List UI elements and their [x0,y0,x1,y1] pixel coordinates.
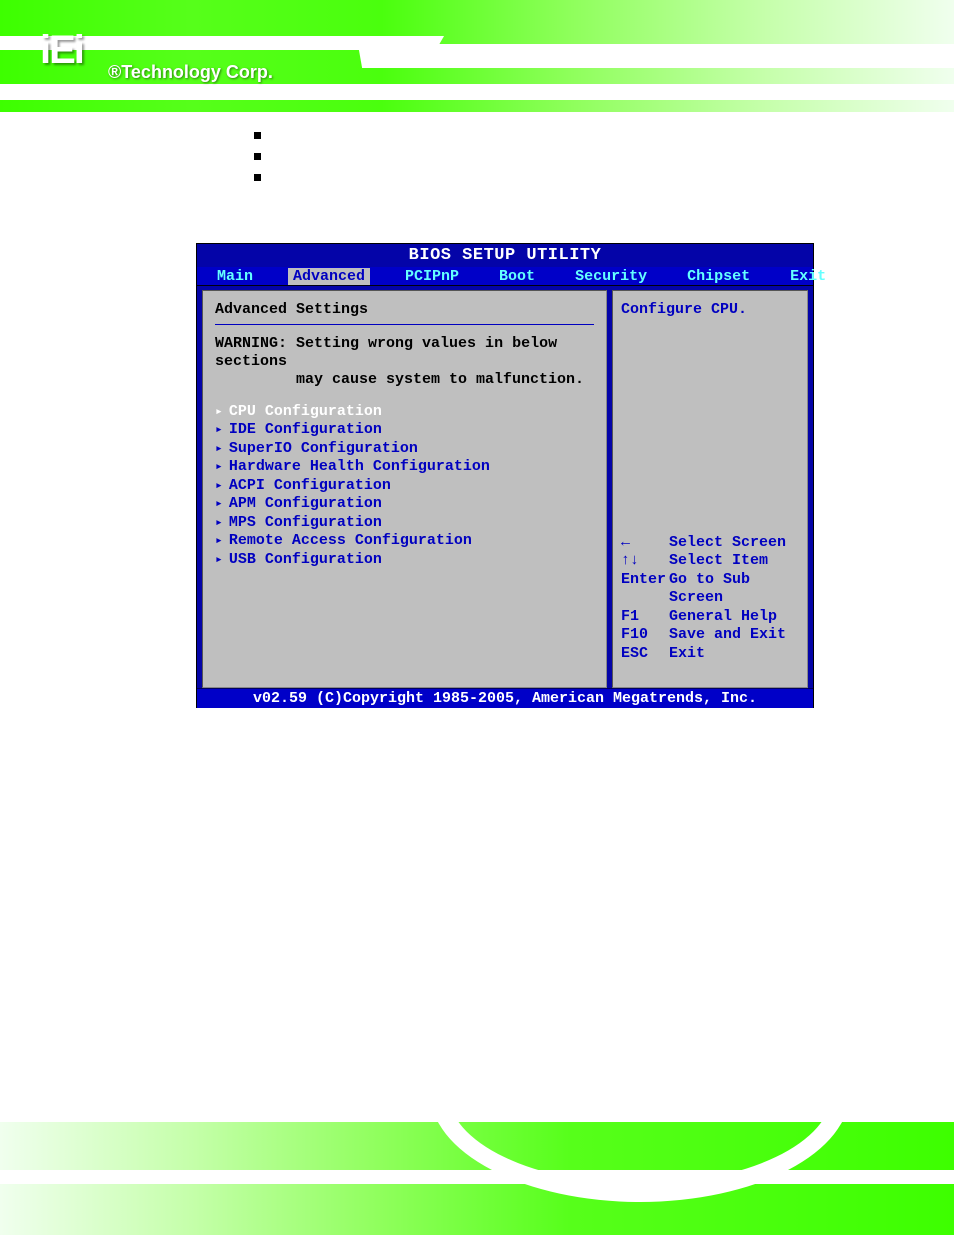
bios-left-panel: Advanced Settings WARNING: Setting wrong… [202,290,607,688]
bullet-icon [254,174,261,181]
key-label: ESC [621,645,669,664]
tab-main[interactable]: Main [197,268,273,285]
bios-footer: v02.59 (C)Copyright 1985-2005, American … [197,688,813,708]
menu-ide-configuration[interactable]: IDE Configuration [215,421,594,440]
menu-superio-configuration[interactable]: SuperIO Configuration [215,440,594,459]
key-label: ↑↓ [621,552,669,571]
tab-exit[interactable]: Exit [770,268,846,285]
tab-security[interactable]: Security [555,268,667,285]
logo-tagline: ®Technology Corp. [108,62,273,83]
vendor-logo: iEi [40,28,83,73]
menu-hardware-health-configuration[interactable]: Hardware Health Configuration [215,458,594,477]
menu-remote-access-configuration[interactable]: Remote Access Configuration [215,532,594,551]
key-row: ESCExit [621,645,799,664]
header-band [0,0,954,112]
key-row: F1General Help [621,608,799,627]
bullet-icon [254,132,261,139]
key-row: ↑↓Select Item [621,552,799,571]
key-row: EnterGo to Sub Screen [621,571,799,608]
list-item [254,153,261,160]
key-legend: ←Select Screen ↑↓Select Item EnterGo to … [621,534,799,678]
menu-mps-configuration[interactable]: MPS Configuration [215,514,594,533]
key-label: F10 [621,626,669,645]
key-label: Enter [621,571,669,608]
warning-line2: may cause system to malfunction. [296,371,584,388]
key-action: Select Item [669,552,768,571]
tab-advanced[interactable]: Advanced [288,268,370,285]
bullet-list [254,132,261,195]
panel-title: Advanced Settings [215,301,594,320]
tab-boot[interactable]: Boot [479,268,555,285]
menu-acpi-configuration[interactable]: ACPI Configuration [215,477,594,496]
context-help: Configure CPU. [621,301,799,320]
key-row: ←Select Screen [621,534,799,553]
key-label: ← [621,534,669,553]
menu-usb-configuration[interactable]: USB Configuration [215,551,594,570]
menu-cpu-configuration[interactable]: CPU Configuration [215,403,594,422]
key-label: F1 [621,608,669,627]
key-action: Go to Sub Screen [669,571,799,608]
bios-tabbar: Main Advanced PCIPnP Boot Security Chips… [197,267,813,286]
key-action: General Help [669,608,777,627]
key-action: Select Screen [669,534,786,553]
key-row: F10Save and Exit [621,626,799,645]
bios-window: BIOS SETUP UTILITY Main Advanced PCIPnP … [196,243,814,708]
footer-band [0,1122,954,1235]
menu-apm-configuration[interactable]: APM Configuration [215,495,594,514]
bios-help-panel: Configure CPU. ←Select Screen ↑↓Select I… [612,290,808,688]
tab-chipset[interactable]: Chipset [667,268,770,285]
warning-label: WARNING: [215,335,287,352]
logo-text: iEi [40,28,83,73]
warning-text: WARNING: Setting wrong values in below s… [215,335,594,389]
key-action: Exit [669,645,705,664]
tab-pcipnp[interactable]: PCIPnP [385,268,479,285]
list-item [254,132,261,139]
bullet-icon [254,153,261,160]
key-action: Save and Exit [669,626,786,645]
bios-title: BIOS SETUP UTILITY [197,244,813,267]
list-item [254,174,261,181]
